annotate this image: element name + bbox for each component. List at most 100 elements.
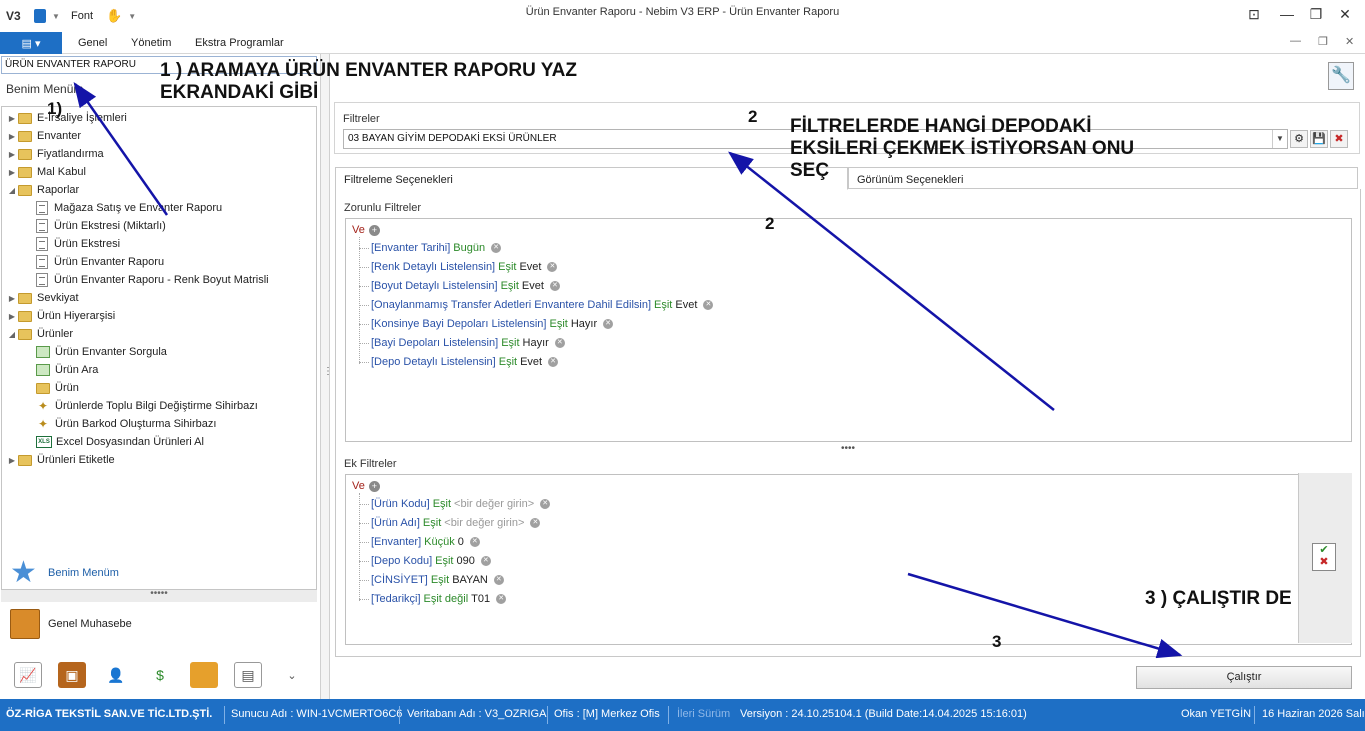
tab-yonetim[interactable]: Yönetim	[131, 37, 171, 49]
condition-operator[interactable]: Eşit	[654, 299, 672, 311]
remove-condition-icon[interactable]: ✕	[547, 262, 558, 272]
menu-item[interactable]: ◢ Raporlar	[6, 181, 79, 199]
remove-condition-icon[interactable]: ✕	[496, 594, 507, 604]
remove-condition-icon[interactable]: ✕	[548, 357, 559, 367]
menu-item[interactable]: Ürün Envanter Raporu - Renk Boyut Matris…	[36, 271, 269, 289]
expand-icon[interactable]: ▶	[6, 114, 18, 123]
filter-condition[interactable]: [Konsinye Bayi Depoları Listelensin] Eşit…	[371, 315, 614, 333]
condition-value[interactable]: 090	[457, 555, 475, 567]
expand-icon[interactable]: ▶	[6, 168, 18, 177]
run-button[interactable]: Çalıştır	[1136, 666, 1352, 689]
remove-condition-icon[interactable]: ✕	[554, 338, 565, 348]
checklist-icon[interactable]: ✔ ✖	[1312, 543, 1336, 571]
condition-operator[interactable]: Eşit	[501, 280, 519, 292]
expand-icon[interactable]: ▶	[6, 456, 18, 465]
zorunlu-filter-box[interactable]: Ve + [Envanter Tarihi] Bugün ✕ [Renk Detayl…	[345, 218, 1352, 442]
filter-root[interactable]: Ve +	[352, 221, 380, 239]
expand-icon[interactable]: ▶	[6, 294, 18, 303]
remove-condition-icon[interactable]: ✕	[549, 281, 560, 291]
left-splitter[interactable]: •••••	[1, 589, 317, 602]
tab-filtreleme-secenekleri[interactable]: Filtreleme Seçenekleri	[335, 167, 848, 190]
chart-icon[interactable]: 📈	[14, 662, 42, 688]
folder-icon[interactable]	[190, 662, 218, 688]
restore-layout-icon[interactable]: ⊡	[1243, 6, 1265, 26]
briefcase-icon[interactable]: ▣	[58, 662, 86, 688]
chevron-down-icon[interactable]: ▼	[1272, 130, 1287, 148]
and-operator[interactable]: Ve	[352, 480, 365, 492]
gear-icon[interactable]: ⚙	[1290, 130, 1308, 148]
condition-value[interactable]: T01	[471, 593, 490, 605]
condition-field[interactable]: [Depo Detaylı Listelensin]	[371, 356, 496, 368]
filter-editor-panel[interactable]: ✔ ✖	[1298, 473, 1352, 643]
menu-item[interactable]: ▶ Ürün Hiyerarşisi	[6, 307, 115, 325]
filter-splitter[interactable]: ••••	[335, 443, 1361, 454]
save-icon[interactable]: 💾	[1310, 130, 1328, 148]
remove-condition-icon[interactable]: ✕	[530, 518, 541, 528]
filter-condition[interactable]: [CİNSİYET] Eşit BAYAN ✕	[371, 571, 504, 589]
condition-field[interactable]: [Ürün Kodu]	[371, 498, 430, 510]
menu-item[interactable]: ▶ E-İrsaliye İşlemleri	[6, 109, 127, 127]
remove-condition-icon[interactable]: ✕	[603, 319, 614, 329]
tab-genel[interactable]: Genel	[78, 37, 107, 49]
condition-field[interactable]: [Bayi Depoları Listelensin]	[371, 337, 498, 349]
remove-condition-icon[interactable]: ✕	[491, 243, 502, 253]
maximize-button[interactable]: ❐	[1305, 6, 1327, 26]
condition-operator[interactable]: Eşit	[433, 498, 451, 510]
filter-condition[interactable]: [Ürün Kodu] Eşit <bir değer girin> ✕	[371, 495, 551, 513]
menu-item[interactable]: ▶ Ürünleri Etiketle	[6, 451, 115, 469]
condition-value[interactable]: Evet	[675, 299, 697, 311]
condition-operator[interactable]: Eşit	[498, 261, 516, 273]
condition-operator[interactable]: Eşit	[499, 356, 517, 368]
menu-item[interactable]: Ürün Ekstresi	[36, 235, 120, 253]
nav-genel-muhasebe[interactable]: Genel Muhasebe	[10, 607, 132, 641]
condition-value[interactable]: Hayır	[523, 337, 549, 349]
minimize-button[interactable]: —	[1276, 6, 1298, 26]
menu-item[interactable]: ▶ Mal Kabul	[6, 163, 86, 181]
close-button[interactable]: ✕	[1334, 6, 1356, 26]
mdi-close-button[interactable]: ✕	[1345, 35, 1354, 48]
menu-tree[interactable]: ▶ E-İrsaliye İşlemleri ▶ Envanter ▶ Fiyatland…	[1, 106, 317, 590]
menu-item[interactable]: Mağaza Satış ve Envanter Raporu	[36, 199, 222, 217]
remove-condition-icon[interactable]: ✕	[703, 300, 714, 310]
filter-condition[interactable]: [Ürün Adı] Eşit <bir değer girin> ✕	[371, 514, 541, 532]
remove-condition-icon[interactable]: ✕	[480, 556, 491, 566]
nav-benim-menum[interactable]: ★ Benim Menüm	[10, 556, 119, 590]
menu-item[interactable]: Ürün Ekstresi (Miktarlı)	[36, 217, 166, 235]
condition-field[interactable]: [Tedarikçi]	[371, 593, 421, 605]
mdi-restore-button[interactable]: ❐	[1318, 35, 1328, 48]
and-operator[interactable]: Ve	[352, 224, 365, 236]
expand-icon[interactable]: ▶	[6, 312, 18, 321]
condition-field[interactable]: [Konsinye Bayi Depoları Listelensin]	[371, 318, 546, 330]
menu-item[interactable]: Ürün Ara	[36, 361, 98, 379]
collapse-icon[interactable]: ◢	[6, 330, 18, 339]
filter-condition[interactable]: [Depo Kodu] Eşit 090 ✕	[371, 552, 491, 570]
printer-icon[interactable]: ▤	[234, 662, 262, 688]
add-condition-icon[interactable]: +	[368, 224, 380, 236]
condition-operator[interactable]: Eşit	[423, 517, 441, 529]
condition-operator[interactable]: Eşit	[549, 318, 567, 330]
condition-operator[interactable]: Eşit	[435, 555, 453, 567]
condition-field[interactable]: [CİNSİYET]	[371, 574, 428, 586]
filter-condition[interactable]: [Depo Detaylı Listelensin] Eşit Evet ✕	[371, 353, 559, 371]
condition-field[interactable]: [Onaylanmamış Transfer Adetleri Envanter…	[371, 299, 651, 311]
filter-condition[interactable]: [Envanter Tarihi] Bugün ✕	[371, 239, 502, 257]
filter-condition[interactable]: [Onaylanmamış Transfer Adetleri Envanter…	[371, 296, 714, 314]
condition-operator[interactable]: Eşit değil	[424, 593, 469, 605]
condition-operator[interactable]: Eşit	[431, 574, 449, 586]
condition-value[interactable]: Evet	[522, 280, 544, 292]
mdi-minimize-button[interactable]: —	[1290, 35, 1301, 47]
condition-value[interactable]: <bir değer girin>	[444, 517, 524, 529]
condition-value[interactable]: Hayır	[571, 318, 597, 330]
expand-icon[interactable]: ▶	[6, 150, 18, 159]
menu-item[interactable]: ✦ Ürün Barkod Oluşturma Sihirbazı	[36, 415, 216, 433]
condition-value[interactable]: 0	[458, 536, 464, 548]
remove-condition-icon[interactable]: ✕	[469, 537, 480, 547]
app-menu-button[interactable]: ▤ ▾	[0, 32, 62, 54]
menu-item[interactable]: ◢ Ürünler	[6, 325, 73, 343]
chevron-down-icon[interactable]: ⌄	[278, 662, 306, 688]
menu-item[interactable]: ▶ Envanter	[6, 127, 81, 145]
menu-item[interactable]: ▶ Fiyatlandırma	[6, 145, 104, 163]
delete-filter-icon[interactable]: ✖	[1330, 130, 1348, 148]
ek-filter-box[interactable]: Ve + [Ürün Kodu] Eşit <bir değer girin> ✕ [Ü…	[345, 474, 1352, 645]
remove-condition-icon[interactable]: ✕	[493, 575, 504, 585]
